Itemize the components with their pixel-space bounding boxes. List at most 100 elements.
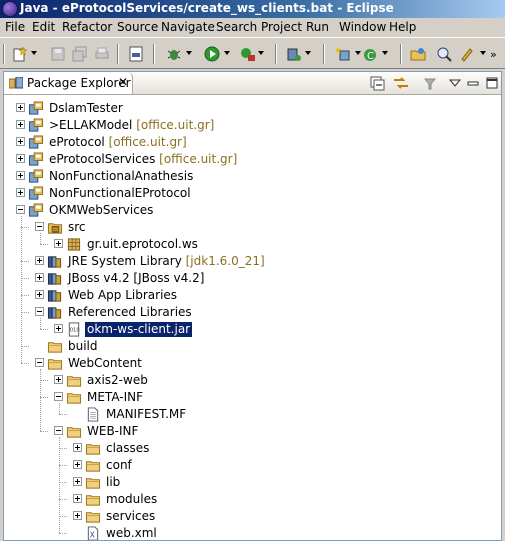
collapse-icon[interactable] (16, 205, 25, 214)
expand-icon[interactable] (16, 171, 25, 180)
new-java-project-icon[interactable] (336, 46, 352, 62)
menu-window[interactable]: Window (338, 20, 387, 34)
tree-item[interactable]: >ELLAKModel [office.uit.gr] (4, 117, 501, 134)
expand-icon[interactable] (54, 324, 63, 333)
menu-navigate[interactable]: Navigate (160, 20, 216, 34)
search-icon[interactable] (436, 46, 452, 62)
expand-icon[interactable] (54, 239, 63, 248)
expand-icon[interactable] (35, 290, 44, 299)
debug-icon[interactable] (166, 46, 182, 62)
menu-source[interactable]: Source (116, 20, 159, 34)
tree-item[interactable]: META-INF (4, 389, 501, 406)
menu-help[interactable]: Help (388, 20, 417, 34)
binary-file-icon[interactable] (128, 46, 144, 62)
folder-icon (47, 342, 63, 353)
tree-connector (59, 516, 67, 517)
tree-item[interactable]: src (4, 219, 501, 236)
tree-item[interactable]: WEB-INF (4, 423, 501, 440)
new-class-icon[interactable]: C (362, 46, 378, 62)
expand-icon[interactable] (16, 120, 25, 129)
collapse-all-icon[interactable] (369, 75, 385, 91)
run-icon[interactable] (204, 46, 220, 62)
expand-icon[interactable] (73, 511, 82, 520)
tree-item[interactable]: WebContent (4, 355, 501, 372)
chevron-down-icon[interactable] (186, 51, 192, 55)
tree-item-label: web.xml (106, 526, 157, 540)
toolbar-separator (117, 44, 119, 64)
tree-item[interactable]: 010 okm-ws-client.jar (4, 321, 501, 338)
chevron-down-icon[interactable] (355, 51, 361, 55)
collapse-icon[interactable] (35, 358, 44, 367)
chevron-down-icon[interactable] (258, 51, 264, 55)
save-icon[interactable] (50, 46, 66, 62)
tree-item[interactable]: JBoss v4.2 [JBoss v4.2] (4, 270, 501, 287)
folder-icon (85, 461, 101, 472)
new-wizard-icon[interactable] (12, 46, 28, 62)
menu-search[interactable]: Search (215, 20, 258, 34)
menu-project[interactable]: Project (260, 20, 303, 34)
maximize-icon[interactable] (484, 75, 500, 91)
menu-refactor[interactable]: Refactor (61, 20, 113, 34)
new-server-icon[interactable] (286, 46, 302, 62)
chevron-down-icon[interactable] (31, 51, 37, 55)
brush-icon[interactable] (459, 46, 475, 62)
menu-edit[interactable]: Edit (31, 20, 56, 34)
tree-item[interactable]: MANIFEST.MF (4, 406, 501, 423)
expand-icon[interactable] (54, 375, 63, 384)
chevron-down-icon[interactable] (480, 51, 486, 55)
tree-guide-line (59, 403, 60, 414)
tree-item[interactable]: eProtocolServices [office.uit.gr] (4, 151, 501, 168)
collapse-icon[interactable] (35, 222, 44, 231)
expand-icon[interactable] (73, 443, 82, 452)
tree-item[interactable]: eProtocol [office.uit.gr] (4, 134, 501, 151)
tree-item-label: OKMWebServices (49, 203, 154, 217)
filters-icon[interactable] (422, 75, 438, 91)
source-folder-icon (47, 223, 63, 234)
open-type-icon[interactable] (410, 46, 426, 62)
close-icon[interactable]: ✕ (118, 75, 128, 89)
expand-icon[interactable] (16, 137, 25, 146)
tree-item[interactable]: conf (4, 457, 501, 474)
chevron-down-icon[interactable] (305, 51, 311, 55)
tab-package-explorer[interactable]: Package Explorer ✕ (4, 72, 133, 94)
collapse-icon[interactable] (54, 392, 63, 401)
tree-item[interactable]: build (4, 338, 501, 355)
minimize-icon[interactable] (465, 75, 481, 91)
print-icon[interactable] (94, 46, 110, 62)
menu-run[interactable]: Run (305, 20, 330, 34)
tree-item[interactable]: NonFunctionalAnathesis (4, 168, 501, 185)
expand-icon[interactable] (16, 103, 25, 112)
expand-icon[interactable] (73, 494, 82, 503)
expand-icon[interactable] (35, 256, 44, 265)
chevron-down-icon[interactable] (382, 51, 388, 55)
chevron-down-icon[interactable] (224, 51, 230, 55)
tree-item[interactable]: modules (4, 491, 501, 508)
tree-item[interactable]: lib (4, 474, 501, 491)
expand-icon[interactable] (16, 154, 25, 163)
tree-item[interactable]: Xweb.xml (4, 525, 501, 540)
tree-item[interactable]: OKMWebServices (4, 202, 501, 219)
expand-icon[interactable] (73, 460, 82, 469)
tree-item[interactable]: JRE System Library [jdk1.6.0_21] (4, 253, 501, 270)
save-all-icon[interactable] (72, 46, 88, 62)
tree-item[interactable]: gr.uit.eprotocol.ws (4, 236, 501, 253)
more-tools-icon[interactable]: » (490, 48, 497, 61)
tree-item[interactable]: Web App Libraries (4, 287, 501, 304)
collapse-icon[interactable] (54, 426, 63, 435)
link-with-editor-icon[interactable] (393, 75, 409, 91)
run-external-tool-icon[interactable] (240, 46, 256, 62)
expand-icon[interactable] (35, 273, 44, 282)
tree-item[interactable]: services (4, 508, 501, 525)
tree-item[interactable]: NonFunctionalEProtocol (4, 185, 501, 202)
menu-file[interactable]: File (4, 20, 26, 34)
expand-icon[interactable] (73, 477, 82, 486)
tree-item[interactable]: axis2-web (4, 372, 501, 389)
collapse-icon[interactable] (35, 307, 44, 316)
tree-guide-line (21, 216, 22, 363)
view-menu-icon[interactable] (447, 75, 463, 91)
tree-item[interactable]: Referenced Libraries (4, 304, 501, 321)
tree-item[interactable]: DslamTester (4, 100, 501, 117)
folder-icon (85, 478, 101, 489)
expand-icon[interactable] (16, 188, 25, 197)
tree-item[interactable]: classes (4, 440, 501, 457)
